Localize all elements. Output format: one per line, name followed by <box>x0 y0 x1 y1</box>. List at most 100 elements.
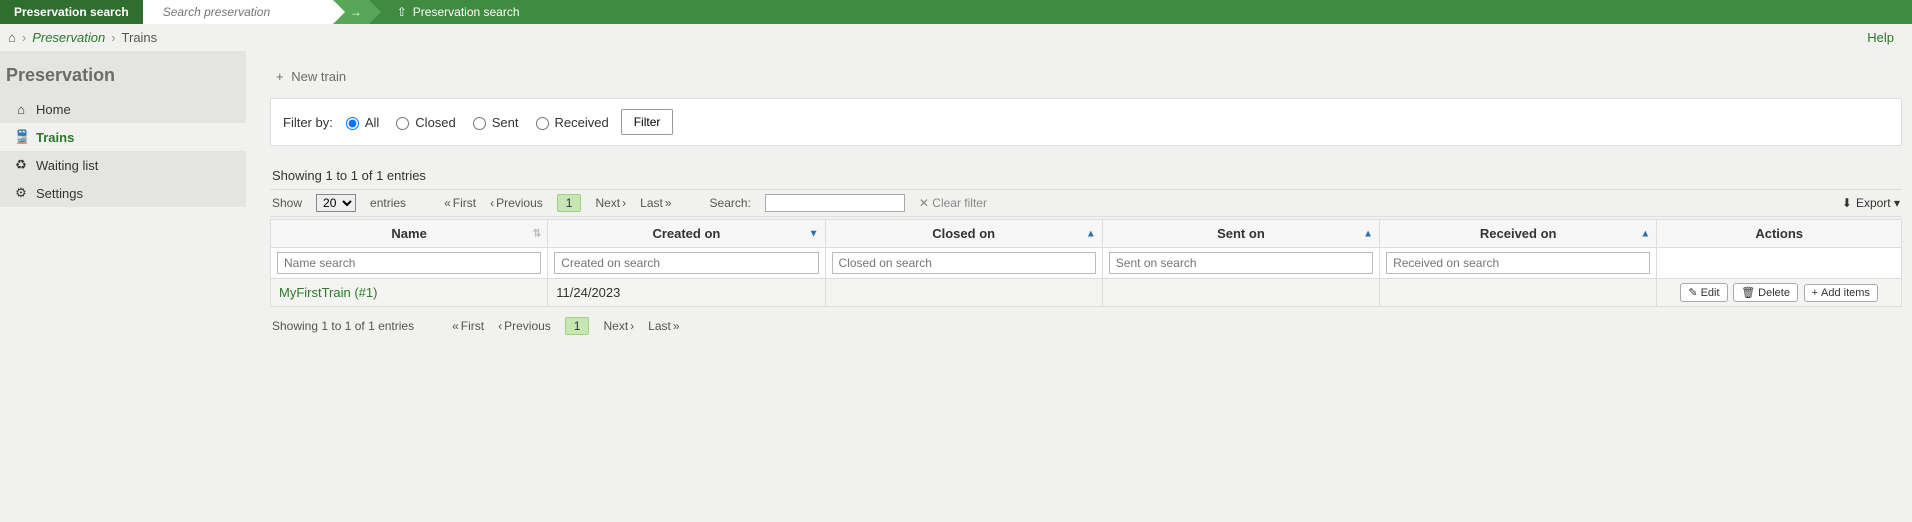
breadcrumb-sep: › <box>111 30 115 45</box>
filter-panel: Filter by: All Closed Sent Received Filt… <box>270 98 1902 146</box>
sidebar-item-label: Waiting list <box>36 158 98 173</box>
edit-button[interactable]: Edit <box>1680 283 1727 302</box>
table-controls-bottom: Showing 1 to 1 of 1 entries First Previo… <box>270 313 1902 339</box>
col-actions: Actions <box>1657 220 1902 248</box>
prev-page-button[interactable]: Previous <box>498 319 551 333</box>
clear-filter-button[interactable]: Clear filter <box>919 196 987 210</box>
breadcrumb-sep: › <box>22 30 26 45</box>
top-bar: Preservation search Preservation search <box>0 0 1912 24</box>
add-items-button[interactable]: Add items <box>1804 284 1878 302</box>
train-name-link[interactable]: MyFirstTrain (#1) <box>279 285 377 300</box>
search-scope-label: Preservation search <box>0 0 143 24</box>
showing-text-top: Showing 1 to 1 of 1 entries <box>270 162 1902 189</box>
breadcrumb-module[interactable]: Preservation <box>32 30 105 45</box>
filter-option-received[interactable]: Received <box>531 114 609 130</box>
double-right-icon <box>673 319 680 333</box>
new-train-button[interactable]: New train <box>270 61 1902 98</box>
chevron-left-icon <box>490 196 494 210</box>
cell-actions: Edit Delete Add items <box>1657 279 1902 307</box>
filter-option-sent[interactable]: Sent <box>468 114 519 130</box>
col-created[interactable]: Created on▼ <box>548 220 825 248</box>
next-page-button[interactable]: Next <box>595 196 626 210</box>
table-controls-top: Show 20 entries First Previous 1 Next La… <box>270 189 1902 217</box>
filter-radio-sent[interactable] <box>473 117 486 130</box>
filter-created-input[interactable] <box>554 252 818 274</box>
filter-radio-received[interactable] <box>536 117 549 130</box>
breadcrumb: › Preservation › Trains <box>8 30 157 45</box>
showing-text-bottom: Showing 1 to 1 of 1 entries <box>272 319 414 333</box>
sidebar-item-label: Settings <box>36 186 83 201</box>
filter-received-input[interactable] <box>1386 252 1650 274</box>
close-icon <box>919 196 929 210</box>
delete-button[interactable]: Delete <box>1733 283 1798 302</box>
cell-created: 11/24/2023 <box>548 279 825 307</box>
table-search-input[interactable] <box>765 194 905 212</box>
current-page: 1 <box>565 317 590 335</box>
col-closed[interactable]: Closed on▲ <box>825 220 1102 248</box>
last-page-button[interactable]: Last <box>640 196 671 210</box>
entries-label: entries <box>370 196 406 210</box>
sidebar-item-label: Home <box>36 102 71 117</box>
sort-asc-icon: ▲ <box>1363 228 1373 239</box>
filter-option-all[interactable]: All <box>341 114 379 130</box>
cell-sent <box>1102 279 1379 307</box>
sort-asc-icon: ▲ <box>1086 228 1096 239</box>
export-label: Export ▾ <box>1856 196 1900 210</box>
upload-icon <box>397 5 407 19</box>
breadcrumb-row: › Preservation › Trains Help <box>0 24 1912 51</box>
chevron-right-icon <box>630 319 634 333</box>
chevron-left-icon <box>498 319 502 333</box>
filter-closed-input[interactable] <box>832 252 1096 274</box>
preservation-search-link[interactable]: Preservation search <box>397 5 520 19</box>
breadcrumb-current: Trains <box>122 30 158 45</box>
filter-by-label: Filter by: <box>283 115 333 130</box>
filter-radio-all[interactable] <box>346 117 359 130</box>
filter-button[interactable]: Filter <box>621 109 674 135</box>
help-link[interactable]: Help <box>1867 30 1894 45</box>
sort-asc-icon: ▲ <box>1640 228 1650 239</box>
table-header-row: Name⇅ Created on▼ Closed on▲ Sent on▲ Re… <box>271 220 1902 248</box>
double-right-icon <box>665 196 672 210</box>
col-sent[interactable]: Sent on▲ <box>1102 220 1379 248</box>
new-train-label: New train <box>291 69 346 84</box>
sidebar-item-home[interactable]: Home <box>0 96 246 123</box>
next-page-button[interactable]: Next <box>603 319 634 333</box>
show-label: Show <box>272 196 302 210</box>
first-page-button[interactable]: First <box>444 196 476 210</box>
gear-icon <box>14 185 28 201</box>
home-icon <box>14 102 28 117</box>
download-icon <box>1842 196 1852 210</box>
double-left-icon <box>452 319 459 333</box>
sidebar-item-trains[interactable]: Trains <box>0 123 246 151</box>
export-button[interactable]: Export ▾ <box>1842 196 1900 210</box>
trains-table: Name⇅ Created on▼ Closed on▲ Sent on▲ Re… <box>270 219 1902 307</box>
filter-radio-closed[interactable] <box>396 117 409 130</box>
filter-sent-input[interactable] <box>1109 252 1373 274</box>
plus-icon <box>1812 287 1818 299</box>
sidebar-title: Preservation <box>0 51 246 96</box>
sidebar-item-label: Trains <box>36 130 74 145</box>
sidebar: Preservation Home Trains Waiting list Se… <box>0 51 246 207</box>
sort-icon: ⇅ <box>533 228 541 239</box>
col-received[interactable]: Received on▲ <box>1380 220 1657 248</box>
sidebar-item-settings[interactable]: Settings <box>0 179 246 207</box>
filter-name-input[interactable] <box>277 252 541 274</box>
filter-bar: Filter by: All Closed Sent Received Filt… <box>271 99 1901 145</box>
filter-option-closed[interactable]: Closed <box>391 114 455 130</box>
pencil-icon <box>1688 286 1697 299</box>
prev-page-button[interactable]: Previous <box>490 196 543 210</box>
current-page: 1 <box>557 194 582 212</box>
first-page-button[interactable]: First <box>452 319 484 333</box>
home-icon[interactable] <box>8 30 16 45</box>
page-size-select[interactable]: 20 <box>316 194 356 212</box>
train-icon <box>14 129 28 145</box>
filter-actions-cell <box>1657 248 1902 279</box>
preservation-search-input[interactable] <box>161 4 333 20</box>
last-page-button[interactable]: Last <box>648 319 679 333</box>
main-content: New train Filter by: All Closed Sent Rec… <box>246 51 1912 369</box>
search-label: Search: <box>710 196 751 210</box>
col-name[interactable]: Name⇅ <box>271 220 548 248</box>
recycle-icon <box>14 157 28 173</box>
sidebar-item-waiting-list[interactable]: Waiting list <box>0 151 246 179</box>
preservation-search-wrap <box>143 0 333 24</box>
